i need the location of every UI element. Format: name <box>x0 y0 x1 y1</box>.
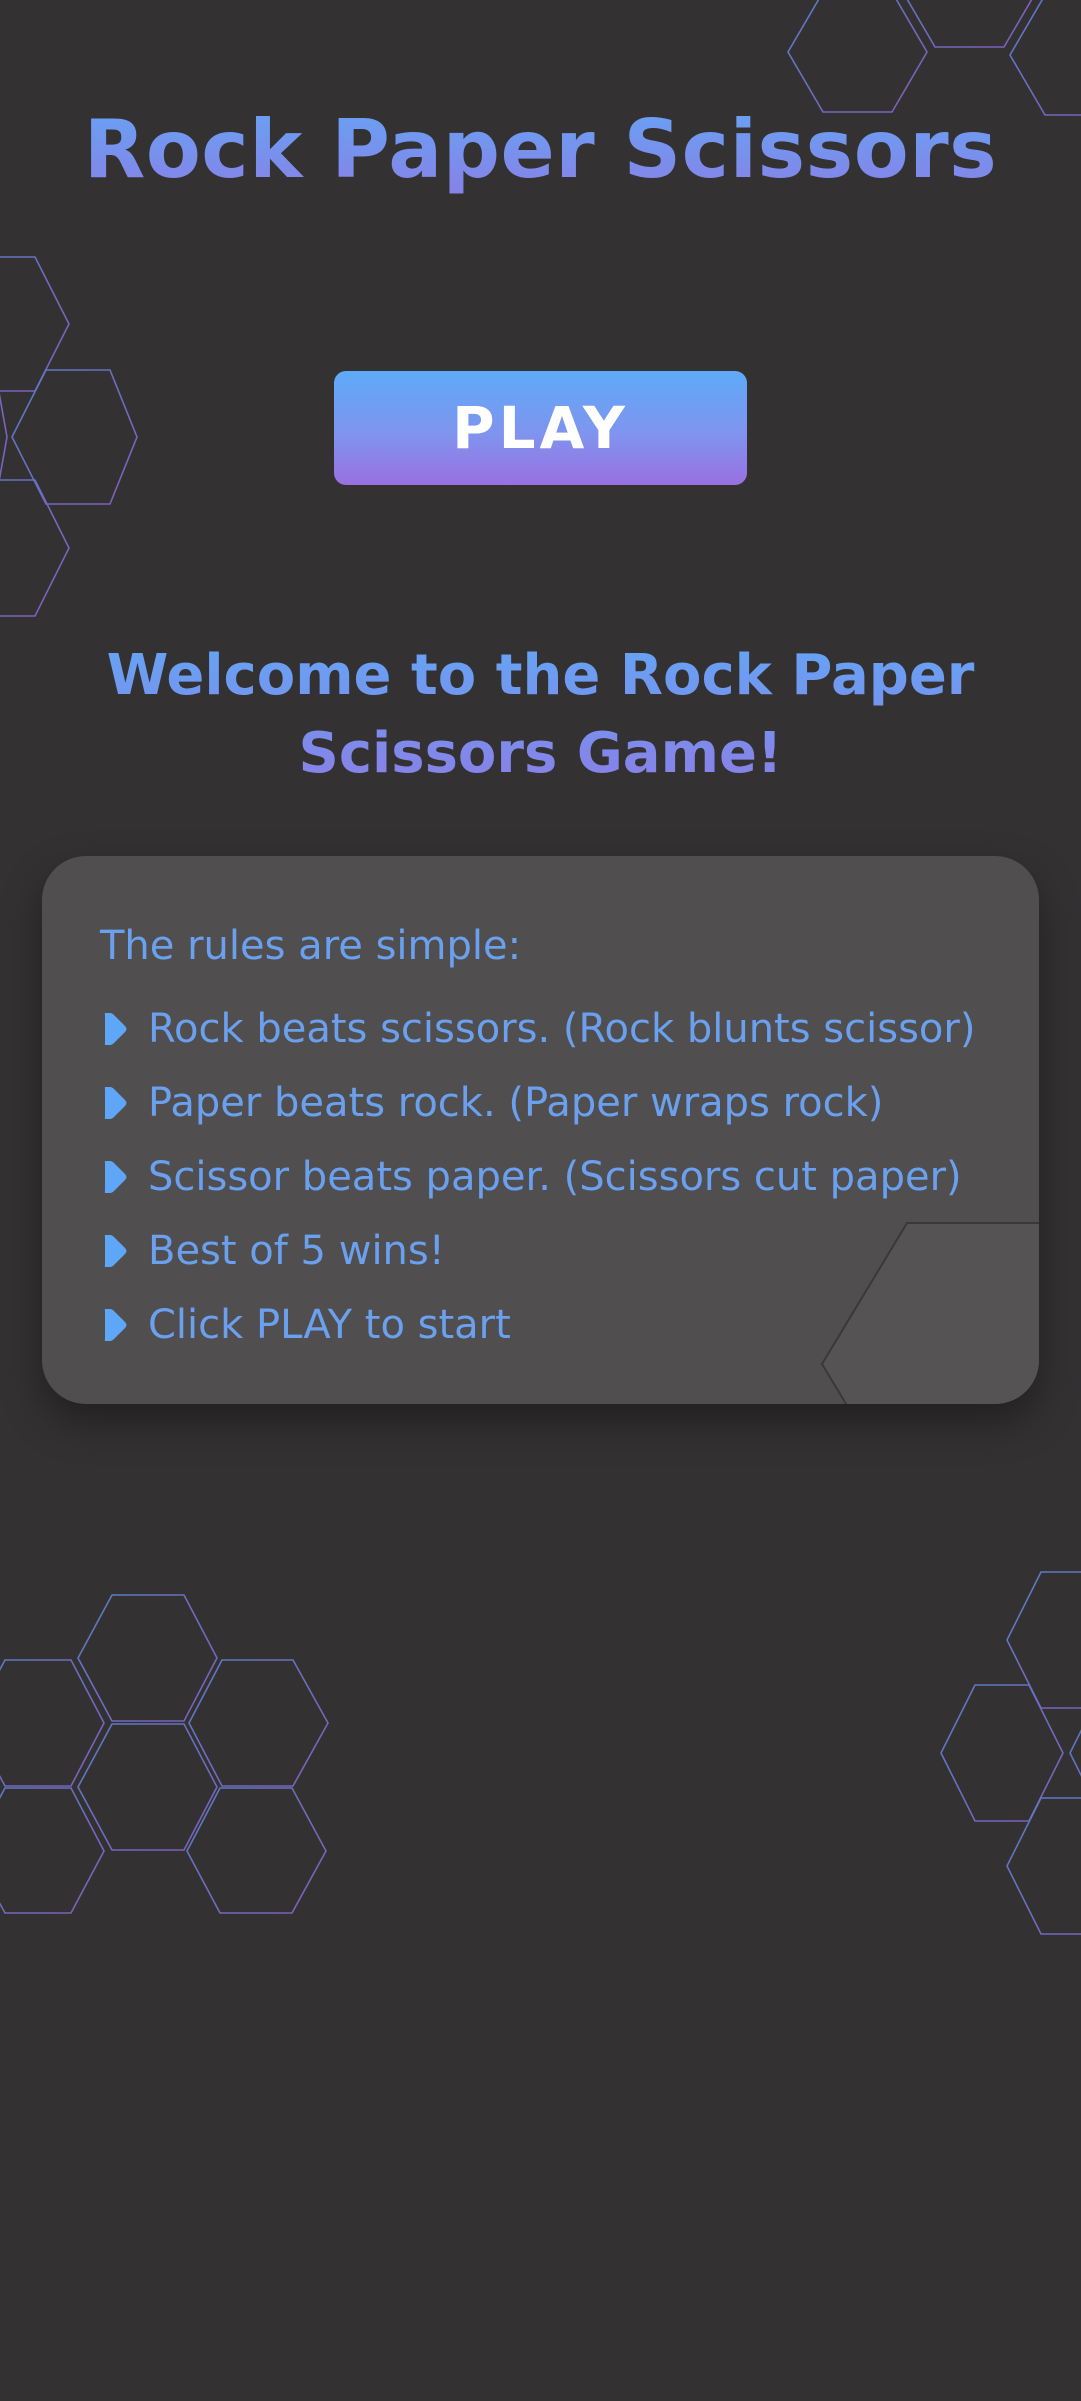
rules-card: The rules are simple: Rock beats scissor… <box>42 856 1039 1404</box>
rules-intro: The rules are simple: <box>100 923 522 969</box>
arrow-bullet-icon <box>104 1013 127 1045</box>
hexagon-outline-16 <box>1069 1729 1081 1777</box>
hexagon-outline-6 <box>0 479 70 617</box>
play-button[interactable]: PLAY <box>334 371 747 485</box>
rule-text: Scissor beats paper. (Scissors cut paper… <box>148 1154 962 1200</box>
hexagon-outline-5 <box>11 369 138 505</box>
hexagon-outline-11 <box>77 1723 218 1851</box>
hexagon-outline-4 <box>0 256 70 392</box>
list-item: Scissor beats paper. (Scissors cut paper… <box>100 1140 975 1214</box>
list-item: Rock beats scissors. (Rock blunts scisso… <box>100 992 975 1066</box>
hexagon-outline-2 <box>906 0 1033 48</box>
page-title: Rock Paper Scissors <box>0 95 1081 205</box>
hexagon-outline-10 <box>188 1659 329 1787</box>
arrow-bullet-icon <box>104 1309 127 1341</box>
hexagon-outline-14 <box>1006 1571 1081 1709</box>
rule-text: Best of 5 wins! <box>148 1228 445 1274</box>
hexagon-outline-9 <box>0 1659 105 1787</box>
welcome-line-2: Scissors Game! <box>298 721 783 786</box>
list-item: Best of 5 wins! <box>100 1214 975 1288</box>
rule-text: Click PLAY to start <box>148 1302 511 1348</box>
list-item: Paper beats rock. (Paper wraps rock) <box>100 1066 975 1140</box>
welcome-line-1: Welcome to the Rock Paper <box>106 643 975 708</box>
welcome-heading: Welcome to the Rock Paper Scissors Game! <box>90 637 991 793</box>
arrow-bullet-icon <box>104 1161 127 1193</box>
arrow-bullet-icon <box>104 1087 127 1119</box>
list-item: Click PLAY to start <box>100 1288 975 1362</box>
hexagon-outline-15 <box>940 1684 1064 1822</box>
arrow-bullet-icon <box>104 1235 127 1267</box>
hexagon-outline-13 <box>186 1787 327 1914</box>
hexagon-outline-12 <box>0 1787 105 1914</box>
rule-text: Rock beats scissors. (Rock blunts scisso… <box>148 1006 976 1052</box>
rule-text: Paper beats rock. (Paper wraps rock) <box>148 1080 884 1126</box>
hexagon-outline-8 <box>77 1594 218 1722</box>
hexagon-outline-17 <box>1006 1797 1081 1935</box>
hexagon-outline-7 <box>0 393 8 481</box>
rules-list: Rock beats scissors. (Rock blunts scisso… <box>100 992 975 1362</box>
